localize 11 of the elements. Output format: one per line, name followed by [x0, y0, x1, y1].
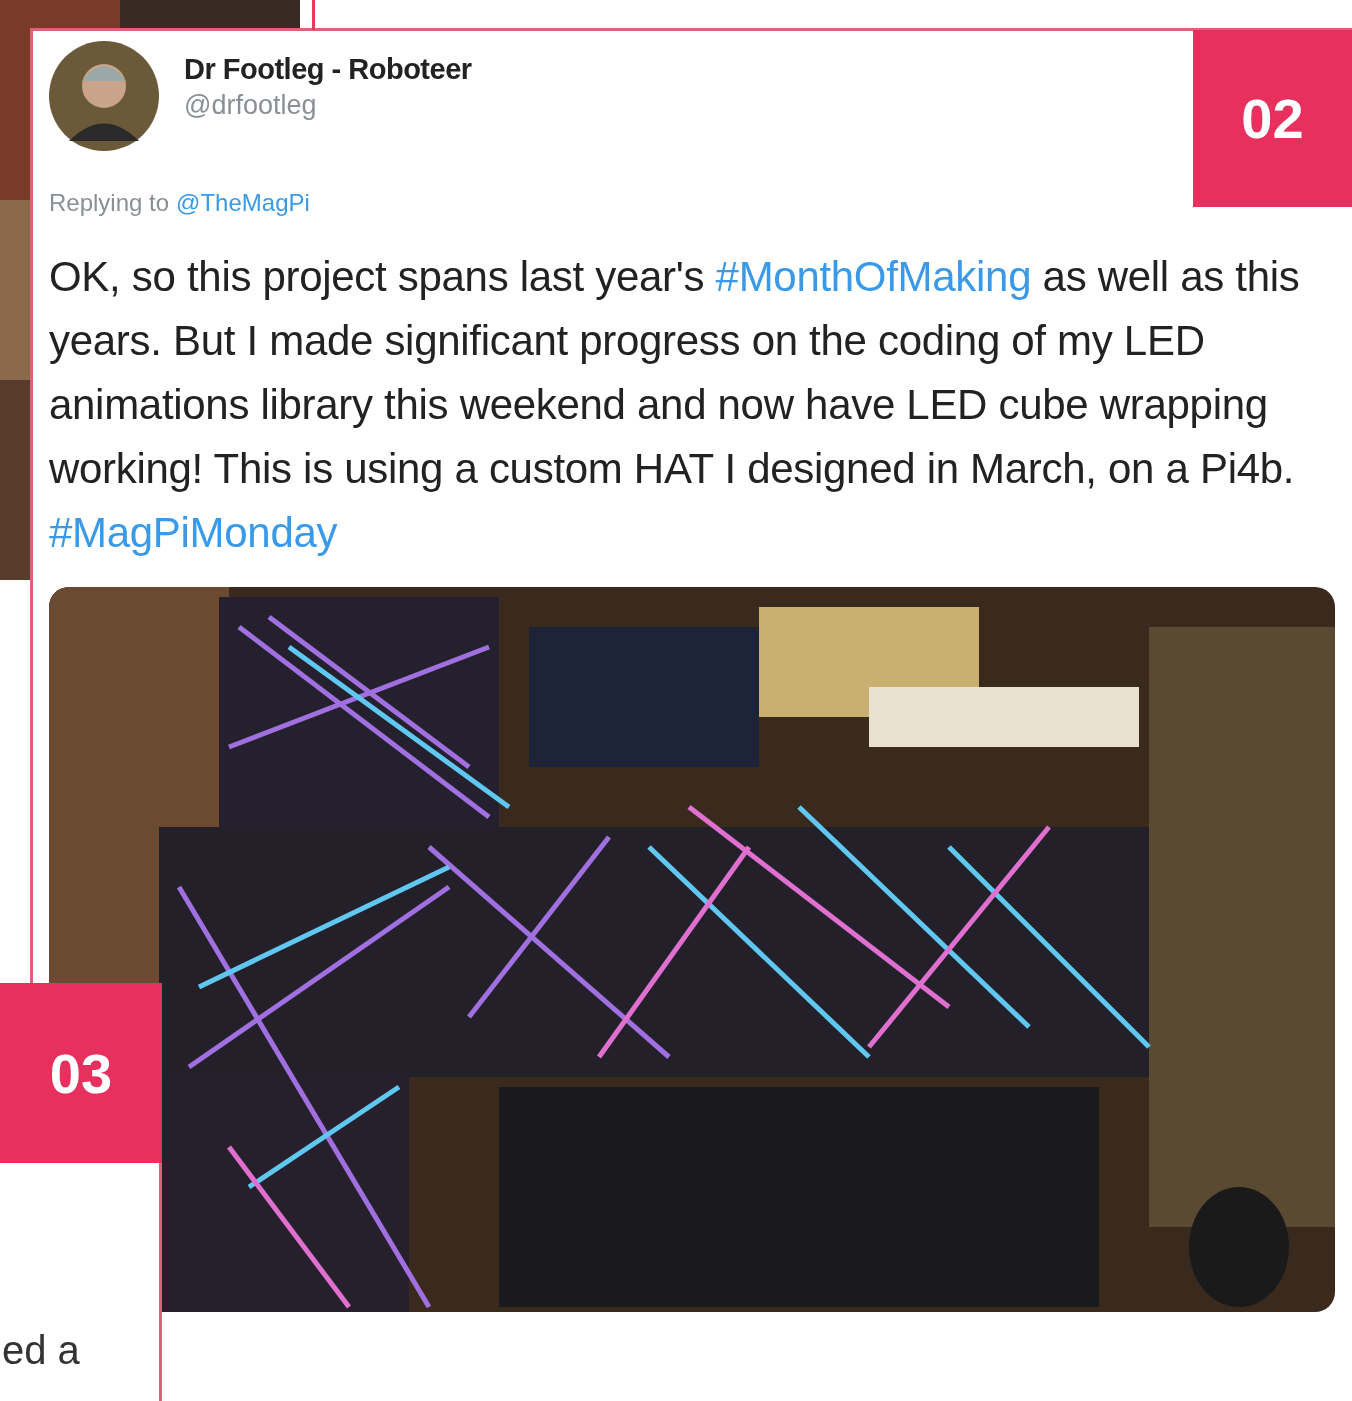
replying-label: Replying to — [49, 189, 170, 217]
tweet-text: OK, so this project spans last year's #MonthOfMaking as well as this years. But I made significant progress on the coding of my LED animations library this weekend and now have LED cube wrapping working! This is using a custom HAT I designed in March, on a Pi4b. #MagPiMonday — [49, 252, 1301, 558]
hashtag-link[interactable]: #MagPiMonday — [49, 509, 338, 556]
author-name[interactable]: Dr Footleg - Roboteer — [184, 53, 472, 86]
number-badge: 03 — [0, 983, 162, 1163]
mention-link[interactable]: @TheMagPi — [176, 189, 310, 217]
author-handle[interactable]: @drfootleg — [184, 90, 472, 121]
avatar[interactable] — [49, 41, 159, 151]
article-text: ed a — [2, 1328, 80, 1373]
number-badge: 02 — [1193, 30, 1352, 207]
hashtag-link[interactable]: #MonthOfMaking — [715, 253, 1032, 300]
